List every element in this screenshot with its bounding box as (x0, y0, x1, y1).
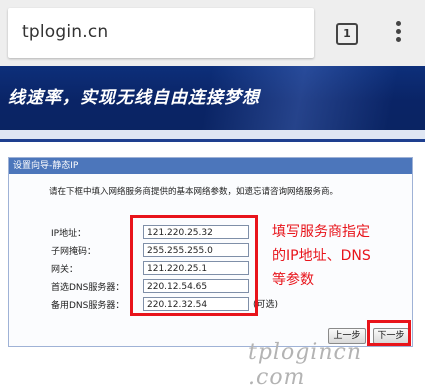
fields-highlight-box (130, 215, 258, 316)
intro-text: 请在下框中填入网络服务商提供的基本网络参数，如遗忘请咨询网络服务商。 (49, 187, 339, 197)
annotation-line-2: 的IP地址、DNS (272, 248, 371, 264)
browser-toolbar: tplogin.cn 1 (0, 0, 425, 66)
panel-title: 设置向导-静态IP (9, 158, 412, 174)
router-banner: 线速率，实现无线自由连接梦想 (0, 66, 425, 130)
primary-dns-label: 首选DNS服务器： (51, 283, 125, 293)
banner-divider-light (0, 130, 425, 139)
banner-slogan: 线速率，实现无线自由连接梦想 (8, 88, 260, 108)
gateway-label: 网关： (51, 265, 79, 275)
secondary-dns-label: 备用DNS服务器： (51, 301, 125, 311)
ip-address-label: IP地址： (51, 229, 87, 239)
annotation-line-1: 填写服务商指定 (272, 224, 370, 240)
tab-switcher-button[interactable]: 1 (336, 23, 358, 45)
annotation-line-3: 等参数 (272, 272, 314, 288)
address-bar[interactable]: tplogin.cn (8, 8, 314, 58)
subnet-mask-label: 子网掩码： (51, 247, 97, 257)
instruction-annotation: 填写服务商指定 的IP地址、DNS 等参数 (272, 220, 402, 292)
banner-divider-dark (0, 139, 425, 142)
url-text[interactable]: tplogin.cn (22, 22, 108, 42)
site-watermark: tplogincn .com (248, 340, 362, 390)
overflow-menu-icon[interactable] (394, 21, 402, 45)
